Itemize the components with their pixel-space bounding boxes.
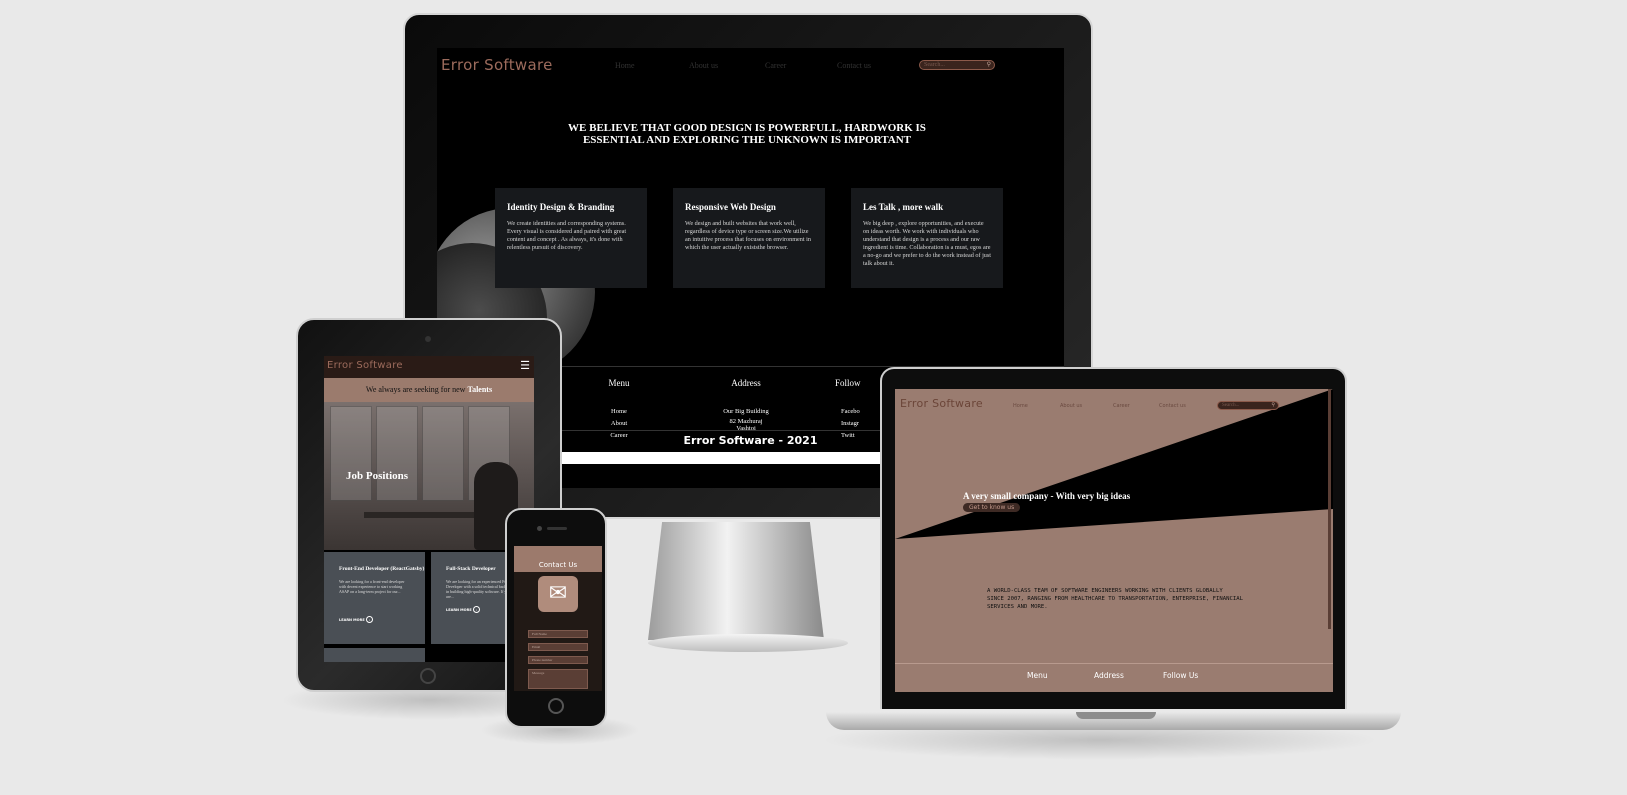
company-description: A WORLD-CLASS TEAM OF SOFTWARE ENGINEERS… — [987, 587, 1247, 611]
get-to-know-us-button[interactable]: Get to know us — [963, 503, 1021, 512]
job-card: Front-End Developer (ReactGatsby) We are… — [324, 552, 425, 644]
search-placeholder: Search... — [924, 62, 945, 68]
footer-address: Address Our Big Building 82 Mazhuraj Vas… — [701, 378, 791, 432]
service-card: Responsive Web Design We design and buil… — [673, 188, 825, 288]
field-placeholder: Message — [532, 671, 545, 675]
search-placeholder: Search... — [1222, 403, 1240, 408]
phone-home-button[interactable] — [548, 698, 564, 714]
card-text: We design and built websites that work w… — [685, 220, 811, 251]
service-card: Identity Design & Branding We create ide… — [495, 188, 647, 288]
laptop-notch — [1076, 712, 1156, 719]
monitor-base — [648, 634, 848, 652]
arrow-right-icon[interactable]: › — [366, 616, 373, 623]
footer-follow-title: Follow Us — [1163, 671, 1199, 680]
desk — [364, 512, 474, 518]
nav-career[interactable]: Career — [765, 61, 786, 70]
footer-link-about[interactable]: About — [589, 418, 649, 430]
description-line: A WORLD-CLASS TEAM OF SOFTWARE ENGINEERS… — [987, 588, 1223, 594]
tagline: A very small company - With very big ide… — [963, 491, 1131, 501]
laptop-lid: Error Software Home About us Career Cont… — [880, 367, 1347, 709]
banner-highlight: Talents — [467, 385, 493, 394]
job-title: Front-End Developer (ReactGatsby) — [339, 566, 425, 572]
contact-header: Contact Us — [514, 546, 602, 572]
window-pane — [422, 406, 464, 501]
card-title: Identity Design & Branding — [507, 202, 615, 212]
nav-contact[interactable]: Contact us — [837, 61, 871, 70]
phone-camera — [537, 526, 542, 531]
address-line: 82 Mazhuraj — [729, 418, 763, 425]
job-card — [324, 648, 425, 662]
laptop-screen: Error Software Home About us Career Cont… — [895, 389, 1333, 692]
nav-about[interactable]: About us — [1060, 403, 1082, 409]
window-pane — [330, 406, 372, 501]
headline: WE BELIEVE THAT GOOD DESIGN IS POWERFULL… — [537, 122, 957, 146]
field-placeholder: Full Name — [532, 632, 547, 636]
tablet-header: Error Software ☰ — [324, 356, 534, 378]
scrollbar[interactable] — [1328, 389, 1331, 629]
job-text: We are looking for a front-end developer… — [339, 579, 405, 594]
message-field[interactable]: Message — [528, 669, 588, 689]
site-logo[interactable]: Error Software — [900, 397, 983, 410]
email-field[interactable]: Email — [528, 643, 588, 651]
envelope-icon: ✉ — [538, 576, 578, 612]
search-icon: ⚲ — [1271, 403, 1275, 408]
banner-text: We always are seeking for new — [365, 385, 466, 394]
footer-address-title: Address — [731, 378, 761, 388]
nav-career[interactable]: Career — [1113, 403, 1130, 409]
contact-title: Contact Us — [538, 561, 578, 569]
footer-divider — [895, 663, 1333, 664]
service-card: Les Talk , more walk We big deep , explo… — [851, 188, 1003, 288]
footer-menu-title: Menu — [1027, 671, 1048, 680]
nav-home[interactable]: Home — [1013, 403, 1028, 409]
job-hero-image: Job Positions — [324, 402, 534, 550]
card-title: Les Talk , more walk — [863, 202, 944, 212]
footer-address-title: Address — [1094, 671, 1124, 680]
hamburger-menu-icon[interactable]: ☰ — [520, 359, 530, 372]
footer-menu-title: Menu — [608, 378, 630, 388]
hero-title: Job Positions — [346, 470, 409, 482]
diagonal-black-shape — [895, 389, 1333, 539]
headline-line-2: ESSENTIAL AND EXPLORING THE UNKNOWN IS I… — [582, 134, 912, 146]
address-line: Our Big Building — [723, 408, 769, 415]
monitor-stand — [648, 522, 824, 640]
nav-home[interactable]: Home — [615, 61, 635, 70]
learn-more-link[interactable]: LEARN MORE — [446, 608, 472, 612]
description-line: SINCE 2007, RANGING FROM HEALTHCARE TO T… — [987, 596, 1243, 602]
learn-more-link[interactable]: LEARN MORE — [339, 618, 365, 622]
phone-screen: Contact Us ✉ Full Name Email Phone numbe… — [514, 546, 602, 691]
field-placeholder: Phone number — [532, 658, 553, 662]
tablet-screen: Error Software ☰ We always are seeking f… — [324, 356, 534, 662]
search-icon: ⚲ — [986, 62, 991, 68]
card-title: Responsive Web Design — [685, 202, 776, 212]
nav-contact[interactable]: Contact us — [1159, 403, 1186, 409]
description-line: SERVICES AND MORE. — [987, 604, 1048, 610]
tablet-camera — [425, 336, 431, 342]
headline-line-1: WE BELIEVE THAT GOOD DESIGN IS POWERFULL… — [568, 122, 926, 134]
tablet-banner: We always are seeking for new Talents — [324, 378, 534, 402]
window-pane — [376, 406, 418, 501]
nav-about[interactable]: About us — [689, 61, 718, 70]
phone-speaker — [547, 527, 567, 530]
full-name-field[interactable]: Full Name — [528, 630, 588, 638]
site-logo[interactable]: Error Software — [441, 56, 553, 74]
card-text: We big deep , explore opportunities, and… — [863, 220, 992, 267]
tablet-home-button[interactable] — [420, 668, 436, 684]
site-logo[interactable]: Error Software — [327, 360, 403, 371]
card-text: We create identities and corresponding s… — [507, 220, 627, 251]
search-input[interactable]: Search... ⚲ — [1217, 401, 1279, 410]
phone-device: Contact Us ✉ Full Name Email Phone numbe… — [505, 508, 607, 728]
footer-link-home[interactable]: Home — [589, 406, 649, 418]
phone-field[interactable]: Phone number — [528, 656, 588, 664]
arrow-right-icon[interactable]: › — [473, 606, 480, 613]
search-input[interactable]: Search... ⚲ — [919, 60, 995, 70]
field-placeholder: Email — [532, 645, 541, 649]
footer-menu: Menu Home About Career — [589, 378, 649, 442]
